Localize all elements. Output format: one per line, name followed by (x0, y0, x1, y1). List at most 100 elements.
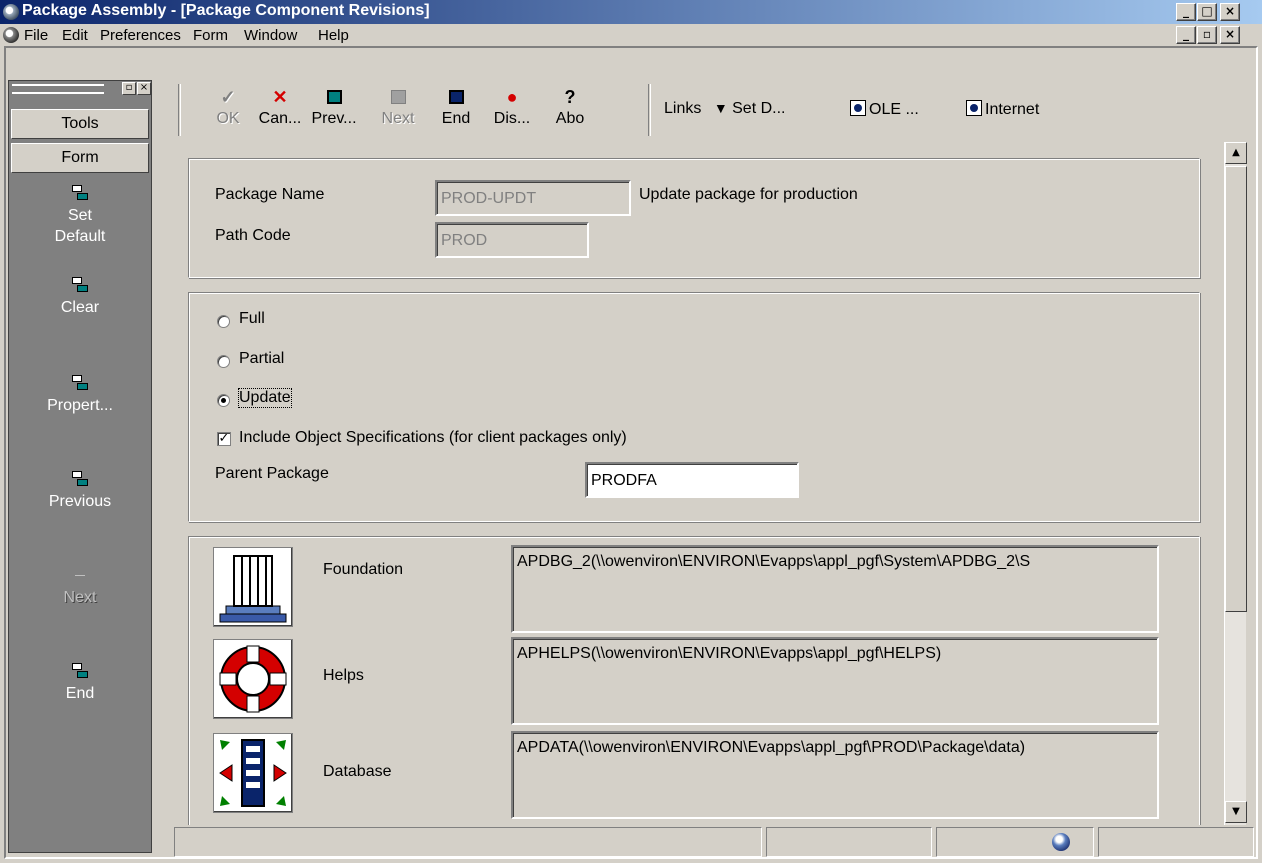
links-label: Links (664, 100, 702, 117)
status-pane-extra (1098, 827, 1254, 857)
helps-location-field[interactable]: APHELPS(\\owenviron\ENVIRON\Evapps\appl_… (511, 637, 1159, 725)
database-label: Database (323, 763, 392, 780)
previous-button[interactable]: Prev... (310, 84, 358, 136)
exit-end-label: End (65, 685, 95, 702)
status-pane-message (174, 827, 762, 857)
menu-file[interactable]: File (24, 27, 48, 44)
vertical-scrollbar[interactable]: ▲ ▼ (1224, 142, 1247, 825)
foundation-column-icon[interactable] (213, 547, 293, 627)
helps-label: Helps (323, 667, 364, 684)
close-button[interactable]: × (1220, 3, 1240, 21)
parent-package-field[interactable]: PRODFA (585, 462, 799, 498)
status-pane-indicator (936, 827, 1094, 857)
end-icon (432, 84, 480, 110)
ole-icon (850, 100, 866, 116)
ok-button[interactable]: ✓ OK (204, 84, 252, 136)
child-minimize-button[interactable]: _ (1176, 26, 1196, 44)
window-title: Package Assembly - [Package Component Re… (22, 2, 430, 19)
package-name-field[interactable]: PROD-UPDT (435, 180, 631, 216)
form-exit-icon (72, 185, 88, 201)
scrollbar-thumb[interactable] (1225, 166, 1247, 612)
ok-button-label: OK (216, 110, 240, 127)
next-icon (374, 84, 422, 110)
database-icon[interactable] (213, 733, 293, 813)
form-exit-icon (72, 663, 88, 679)
package-components-group: Foundation APDBG_2(\\owenviron\ENVIRON\E… (188, 536, 1200, 825)
package-header-group: Package Name PROD-UPDT Update package fo… (188, 158, 1200, 278)
exit-bar-float-button[interactable]: ▫ (122, 82, 136, 95)
exit-previous[interactable]: Previous (9, 471, 151, 512)
exit-set-default-label: Set Default (54, 207, 106, 245)
about-button[interactable]: ? Abo (546, 84, 594, 136)
exit-tab-form[interactable]: Form (11, 143, 149, 173)
next-button[interactable]: Next (374, 84, 422, 136)
display-errors-button[interactable]: ● Dis... (488, 84, 536, 136)
exit-next[interactable]: Next (9, 567, 151, 608)
form-exit-icon (72, 277, 88, 293)
path-code-label: Path Code (215, 227, 291, 244)
toolbar: ✓ OK ✕ Can... Prev... Next End ● Dis... … (174, 80, 1258, 138)
menu-bar: File Edit Preferences Form Window Help _… (0, 24, 1262, 46)
menu-preferences[interactable]: Preferences (100, 27, 181, 44)
menu-window[interactable]: Window (244, 27, 297, 44)
lifebuoy-icon[interactable] (213, 639, 293, 719)
exit-clear[interactable]: Clear (9, 277, 151, 318)
exit-previous-label: Previous (48, 493, 112, 510)
update-radio[interactable] (217, 394, 230, 407)
parent-package-label: Parent Package (215, 465, 329, 482)
previous-icon (310, 84, 358, 110)
exit-end[interactable]: End (9, 663, 151, 704)
end-button[interactable]: End (432, 84, 480, 136)
scroll-up-arrow-icon[interactable]: ▲ (1225, 142, 1247, 164)
internet-icon (966, 100, 982, 116)
menu-help[interactable]: Help (318, 27, 349, 44)
foundation-label: Foundation (323, 561, 404, 578)
set-default-link[interactable]: Set D... (732, 100, 785, 117)
cancel-button[interactable]: ✕ Can... (256, 84, 304, 136)
package-type-group: Full Partial Update ✓ Include Object Spe… (188, 292, 1200, 522)
child-restore-button[interactable]: ▫ (1197, 26, 1217, 44)
ole-link[interactable]: OLE ... (850, 100, 919, 119)
exit-set-default[interactable]: Set Default (9, 185, 151, 247)
toolbar-separator (648, 84, 651, 136)
menu-form[interactable]: Form (193, 27, 228, 44)
links-menu[interactable]: Links ▼ Set D... (664, 100, 785, 118)
full-label: Full (239, 310, 265, 327)
display-errors-icon: ● (506, 87, 518, 107)
exit-bar-close-button[interactable]: × (137, 82, 151, 95)
maximize-button[interactable]: □ (1197, 3, 1217, 21)
scroll-down-arrow-icon[interactable]: ▼ (1225, 801, 1247, 823)
form-area: Package Name PROD-UPDT Update package fo… (174, 142, 1224, 825)
form-exit-icon (75, 575, 85, 583)
exit-properties-label: Propert... (47, 397, 113, 414)
about-button-label: Abo (555, 110, 585, 127)
exit-tab-tools[interactable]: Tools (11, 109, 149, 139)
internet-link[interactable]: Internet (966, 100, 1039, 119)
menu-edit[interactable]: Edit (62, 27, 88, 44)
exit-bar-grip[interactable] (12, 84, 104, 94)
include-specs-checkbox[interactable]: ✓ (217, 432, 231, 446)
display-errors-button-label: Dis... (493, 110, 531, 127)
network-globe-icon (1052, 833, 1070, 851)
partial-radio[interactable] (217, 355, 230, 368)
form-exit-icon (72, 471, 88, 487)
toolbar-separator (178, 84, 181, 136)
internet-label: Internet (985, 101, 1040, 118)
status-pane-info (766, 827, 932, 857)
previous-button-label: Prev... (311, 110, 357, 127)
about-help-icon: ? (564, 87, 576, 107)
database-location-field[interactable]: APDATA(\\owenviron\ENVIRON\Evapps\appl_p… (511, 731, 1159, 819)
next-button-label: Next (381, 110, 415, 127)
exit-bar: Tools Form Set Default Clear Propert... … (8, 80, 152, 853)
status-bar (174, 827, 1258, 857)
path-code-field[interactable]: PROD (435, 222, 589, 258)
partial-label: Partial (239, 350, 285, 367)
exit-properties[interactable]: Propert... (9, 375, 151, 416)
minimize-button[interactable]: _ (1176, 3, 1196, 21)
window-title-bar[interactable]: Package Assembly - [Package Component Re… (0, 0, 1262, 24)
dropdown-arrow-icon: ▼ (713, 100, 728, 116)
child-close-button[interactable]: × (1220, 26, 1240, 44)
full-radio[interactable] (217, 315, 230, 328)
child-window-icon[interactable] (3, 27, 19, 43)
foundation-location-field[interactable]: APDBG_2(\\owenviron\ENVIRON\Evapps\appl_… (511, 545, 1159, 633)
